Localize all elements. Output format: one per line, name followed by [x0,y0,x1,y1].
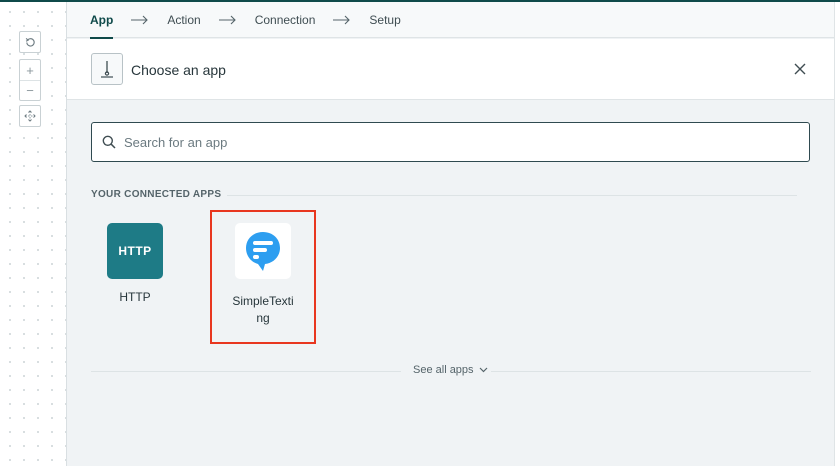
reset-view-button[interactable] [19,31,41,53]
step-setup[interactable]: Setup [369,2,400,38]
fit-view-button[interactable] [19,105,41,127]
choose-app-panel: App Action Connection Setup Choose an ap… [66,2,840,466]
app-tile-http[interactable]: HTTP HTTP [85,223,185,306]
simpletexting-logo [235,223,291,279]
right-edge-strip [834,2,840,466]
app-name: SimpleTexti ng [232,294,294,325]
chevron-down-icon [479,367,487,373]
search-icon [102,135,116,149]
see-all-label: See all apps [413,364,474,376]
app-name: HTTP [119,290,151,304]
step-app[interactable]: App [90,2,114,39]
close-icon [794,63,806,75]
search-input[interactable] [124,134,784,150]
divider-right [491,371,811,372]
step-action[interactable]: Action [167,2,200,38]
arrow-right-icon [333,12,351,28]
close-button[interactable] [791,60,809,78]
arrow-right-icon [131,12,149,28]
step-connection[interactable]: Connection [255,2,316,38]
arrow-right-icon [218,12,237,28]
divider-left [91,371,401,372]
zoom-out-button[interactable]: − [20,80,40,100]
panel-title: Choose an app [131,62,226,78]
app-search-field[interactable] [91,122,810,162]
zoom-in-button[interactable]: + [20,60,40,80]
section-divider [227,195,797,196]
panel-header: Choose an app [67,39,835,100]
fit-icon [24,110,36,122]
zoom-controls: + − [19,59,41,101]
see-all-apps-button[interactable]: See all apps [413,364,488,376]
workflow-canvas[interactable]: + − [0,2,66,466]
reset-icon [25,37,35,47]
connected-apps-heading: YOUR CONNECTED APPS [91,189,222,200]
wizard-steps: App Action Connection Setup [67,2,835,39]
http-logo: HTTP [107,223,163,279]
app-tile-simpletexting[interactable]: SimpleTexti ng [213,223,313,327]
connector-icon [91,53,123,85]
